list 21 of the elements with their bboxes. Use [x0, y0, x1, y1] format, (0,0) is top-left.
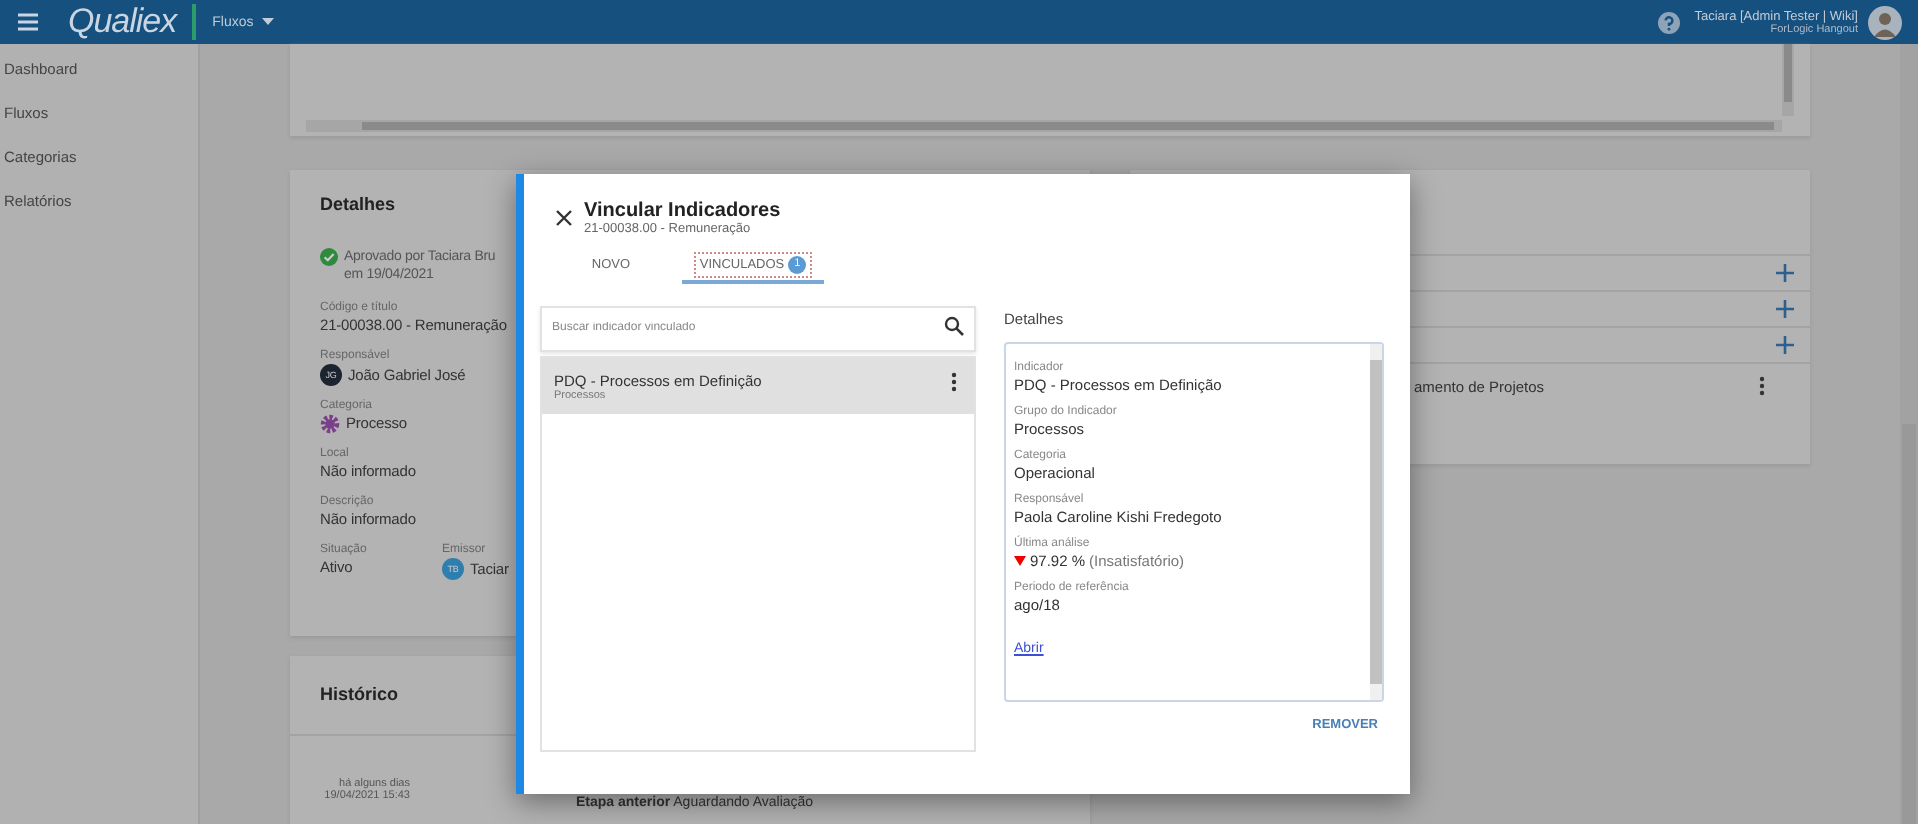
- plus-icon[interactable]: [1776, 300, 1794, 318]
- card-title: Histórico: [320, 684, 399, 704]
- scrollbar[interactable]: [1370, 344, 1382, 700]
- plus-icon[interactable]: [1776, 264, 1794, 282]
- card-title: Detalhes: [320, 194, 396, 214]
- help-icon[interactable]: [1658, 11, 1681, 33]
- search-icon[interactable]: [944, 316, 964, 336]
- caret-icon: [261, 18, 274, 26]
- scrollbar[interactable]: [1782, 44, 1794, 116]
- menu-icon[interactable]: [16, 12, 40, 32]
- gear-icon: [320, 414, 340, 434]
- check-circle-icon: [320, 248, 338, 266]
- close-icon[interactable]: [556, 210, 572, 226]
- kebab-menu-icon[interactable]: [1758, 376, 1766, 396]
- kebab-menu-icon[interactable]: [950, 372, 958, 392]
- dialog-title: Vincular Indicadores: [584, 200, 781, 222]
- app-logo[interactable]: Qualiex: [68, 2, 177, 42]
- avatar-icon[interactable]: [1868, 5, 1902, 39]
- scrollbar[interactable]: [1900, 44, 1918, 824]
- plus-icon[interactable]: [1776, 336, 1794, 354]
- scrollbar[interactable]: [306, 120, 1782, 132]
